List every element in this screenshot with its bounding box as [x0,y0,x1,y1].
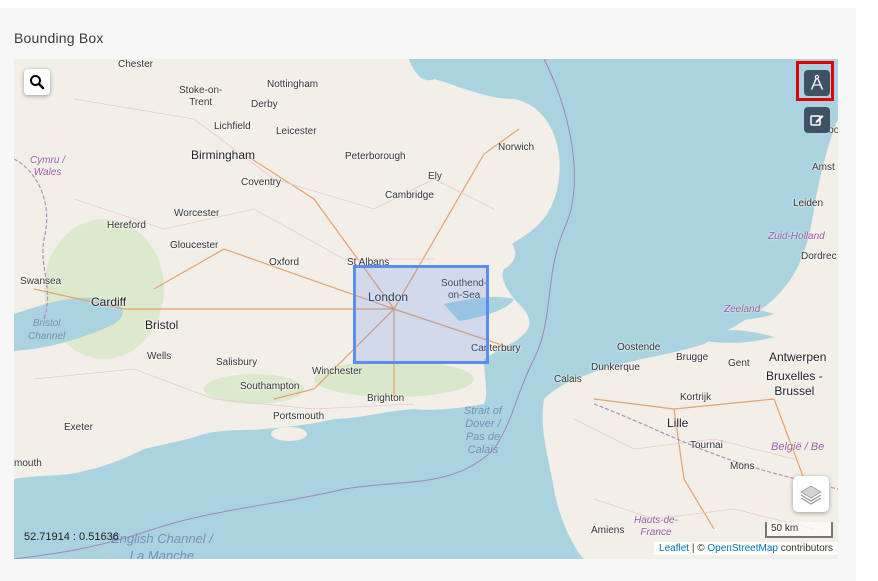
map-label-wells: Wells [147,351,172,362]
map-label-cardiff: Cardiff [91,295,127,309]
scale-bar: 50 km [765,522,833,538]
coordinates-readout: 52.71914 : 0.51636 [24,531,119,543]
map-label-cambridge: Cambridge [385,190,434,201]
map-label-tournai: Tournai [690,440,723,451]
map-label-gloucester: Gloucester [170,240,219,251]
map-label-leiden: Leiden [793,198,824,209]
map-label-bristol: Bristol [145,318,179,332]
edit-icon [810,115,824,126]
osm-link[interactable]: OpenStreetMap [707,543,778,554]
map-label-nottingham: Nottingham [267,79,319,90]
attribution-separator: | © [689,543,708,554]
map-label-zuidholland: Zuid-Holland [768,231,825,242]
map-label-amiens: Amiens [591,525,625,536]
map-label-winchester: Winchester [312,366,363,377]
map-label-mons: Mons [730,461,755,472]
map-search-button[interactable] [24,69,50,95]
panel-title: Bounding Box [14,30,104,46]
map-label-gent: Gent [728,358,750,369]
edit-layers-button[interactable] [804,107,830,133]
map-label-kortrijk: Kortrijk [680,392,712,403]
map-label-salisbury: Salisbury [216,357,258,368]
map-label-ely: Ely [428,171,442,182]
layers-icon [800,485,822,505]
map-label-bristol-channel: Bristol Channel [28,318,66,342]
map-label-dordrec: Dordrec [801,251,837,262]
map-label-swansea: Swansea [20,276,62,287]
map-attribution: Leaflet | © OpenStreetMap contributors [654,542,838,555]
map-label-leicester: Leicester [276,126,317,137]
map-label-birmingham: Birmingham [191,148,256,162]
map-label-lille: Lille [667,416,689,430]
leaflet-link[interactable]: Leaflet [659,543,689,554]
map-label-norwich: Norwich [498,142,535,153]
magnifier-icon [30,75,45,90]
map-label-derby: Derby [251,99,278,110]
map-label-dunkerque: Dunkerque [591,362,640,373]
map-label-oostende: Oostende [617,342,661,353]
map-view[interactable]: Chester Stoke-on- Trent Nottingham Derby… [14,59,838,559]
map-label-worcester: Worcester [174,208,220,219]
map-label-zeeland: Zeeland [724,304,761,315]
map-label-amst: Amst [812,162,835,173]
map-label-calais: Calais [554,374,582,385]
map-label-oxford: Oxford [269,257,300,268]
highlight-box [796,61,834,101]
map-label-portsmouth: Portsmouth [273,411,325,422]
map-label-brugge: Brugge [676,352,709,363]
map-label-hauts: Hauts-de- France [634,515,678,538]
map-label-strait: Strait of Dover / Pas de Calais [464,405,502,456]
map-label-belgie: België / Be [771,441,825,453]
map-label-southampton: Southampton [240,381,300,392]
layers-button[interactable] [793,476,829,512]
bounding-box-panel: Bounding Box Chester Stoke-on- Trent Not… [0,8,856,581]
map-label-stoke: Stoke-on- Trent [179,85,223,108]
map-label-hereford: Hereford [107,220,146,231]
map-label-english-channel: English Channel / La Manche [111,531,213,559]
map-label-plymouth: mouth [14,458,42,469]
attribution-suffix: contributors [777,543,833,554]
map-label-chester: Chester [118,59,154,70]
map-label-cymru: Cymru / Wales [30,155,65,178]
map-label-antwerpen: Antwerpen [769,350,827,364]
map-label-bruxelles: Bruxelles - Brussel [766,369,823,398]
map-label-coventry: Coventry [241,177,282,188]
bounding-box-rectangle[interactable] [353,265,489,364]
map-label-brighton: Brighton [367,393,405,404]
map-label-exeter: Exeter [64,422,93,433]
map-label-lichfield: Lichfield [214,121,251,132]
map-label-peterborough: Peterborough [345,151,406,162]
